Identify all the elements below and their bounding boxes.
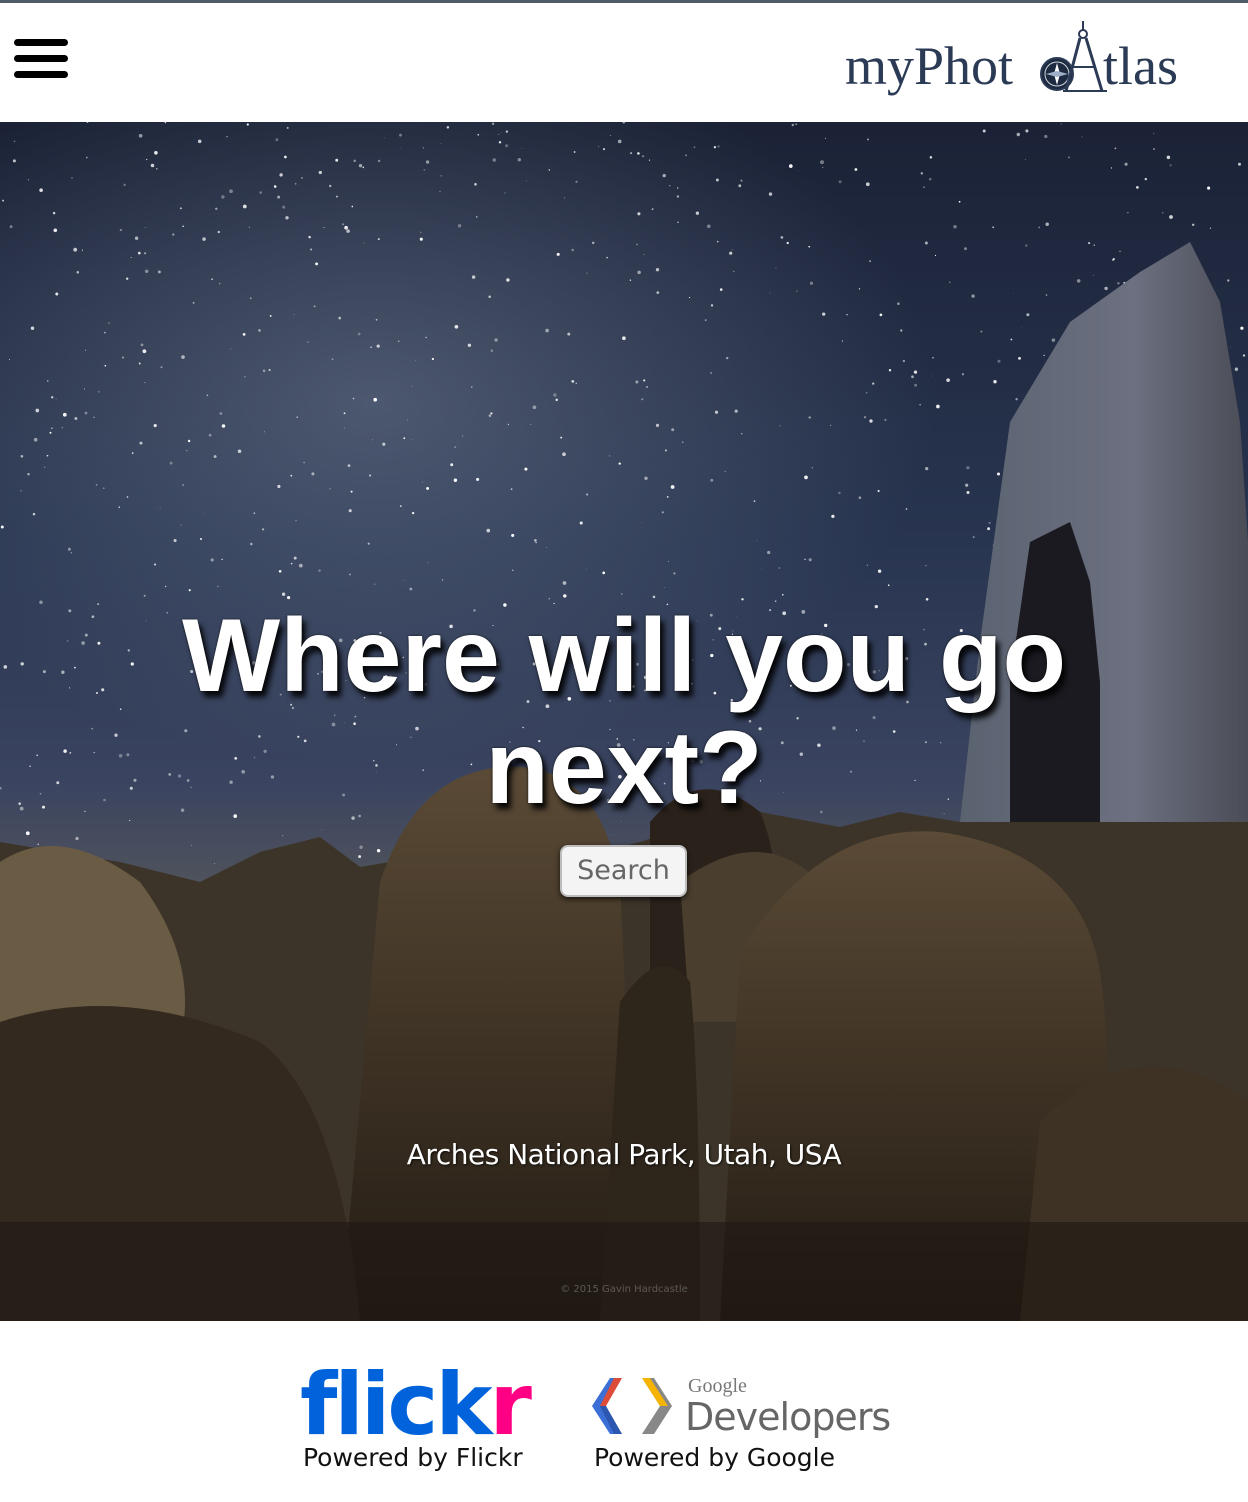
hero-headline: Where will you go next? (181, 598, 1067, 826)
google-developers-chevron-icon[interactable] (592, 1374, 672, 1438)
flickr-logo-main: flick (300, 1355, 493, 1455)
flickr-logo-r: r (489, 1355, 532, 1455)
logo-text-prefix: myPhot (845, 36, 1014, 96)
photo-copyright: © 2015 Gavin Hardcastle (560, 1284, 688, 1295)
developers-wordmark: Developers (685, 1395, 891, 1439)
search-button[interactable]: Search (560, 845, 687, 897)
powered-by-flickr-caption: Powered by Flickr (303, 1443, 523, 1472)
site-logo[interactable]: myPhot tlas (845, 17, 1225, 107)
hero-banner: Where will you go next? Search Arches Na… (0, 122, 1248, 1321)
compass-icon (1040, 21, 1107, 92)
hamburger-menu-icon[interactable] (14, 39, 70, 81)
site-header: myPhot tlas (0, 3, 1248, 122)
flickr-logo[interactable]: flickr (300, 1362, 532, 1448)
photo-location-caption: Arches National Park, Utah, USA (406, 1138, 842, 1171)
powered-by-google-caption: Powered by Google (594, 1443, 836, 1472)
site-footer: flickr Powered by Flickr Google Develope… (0, 1321, 1248, 1502)
logo-text-suffix: tlas (1103, 36, 1178, 96)
